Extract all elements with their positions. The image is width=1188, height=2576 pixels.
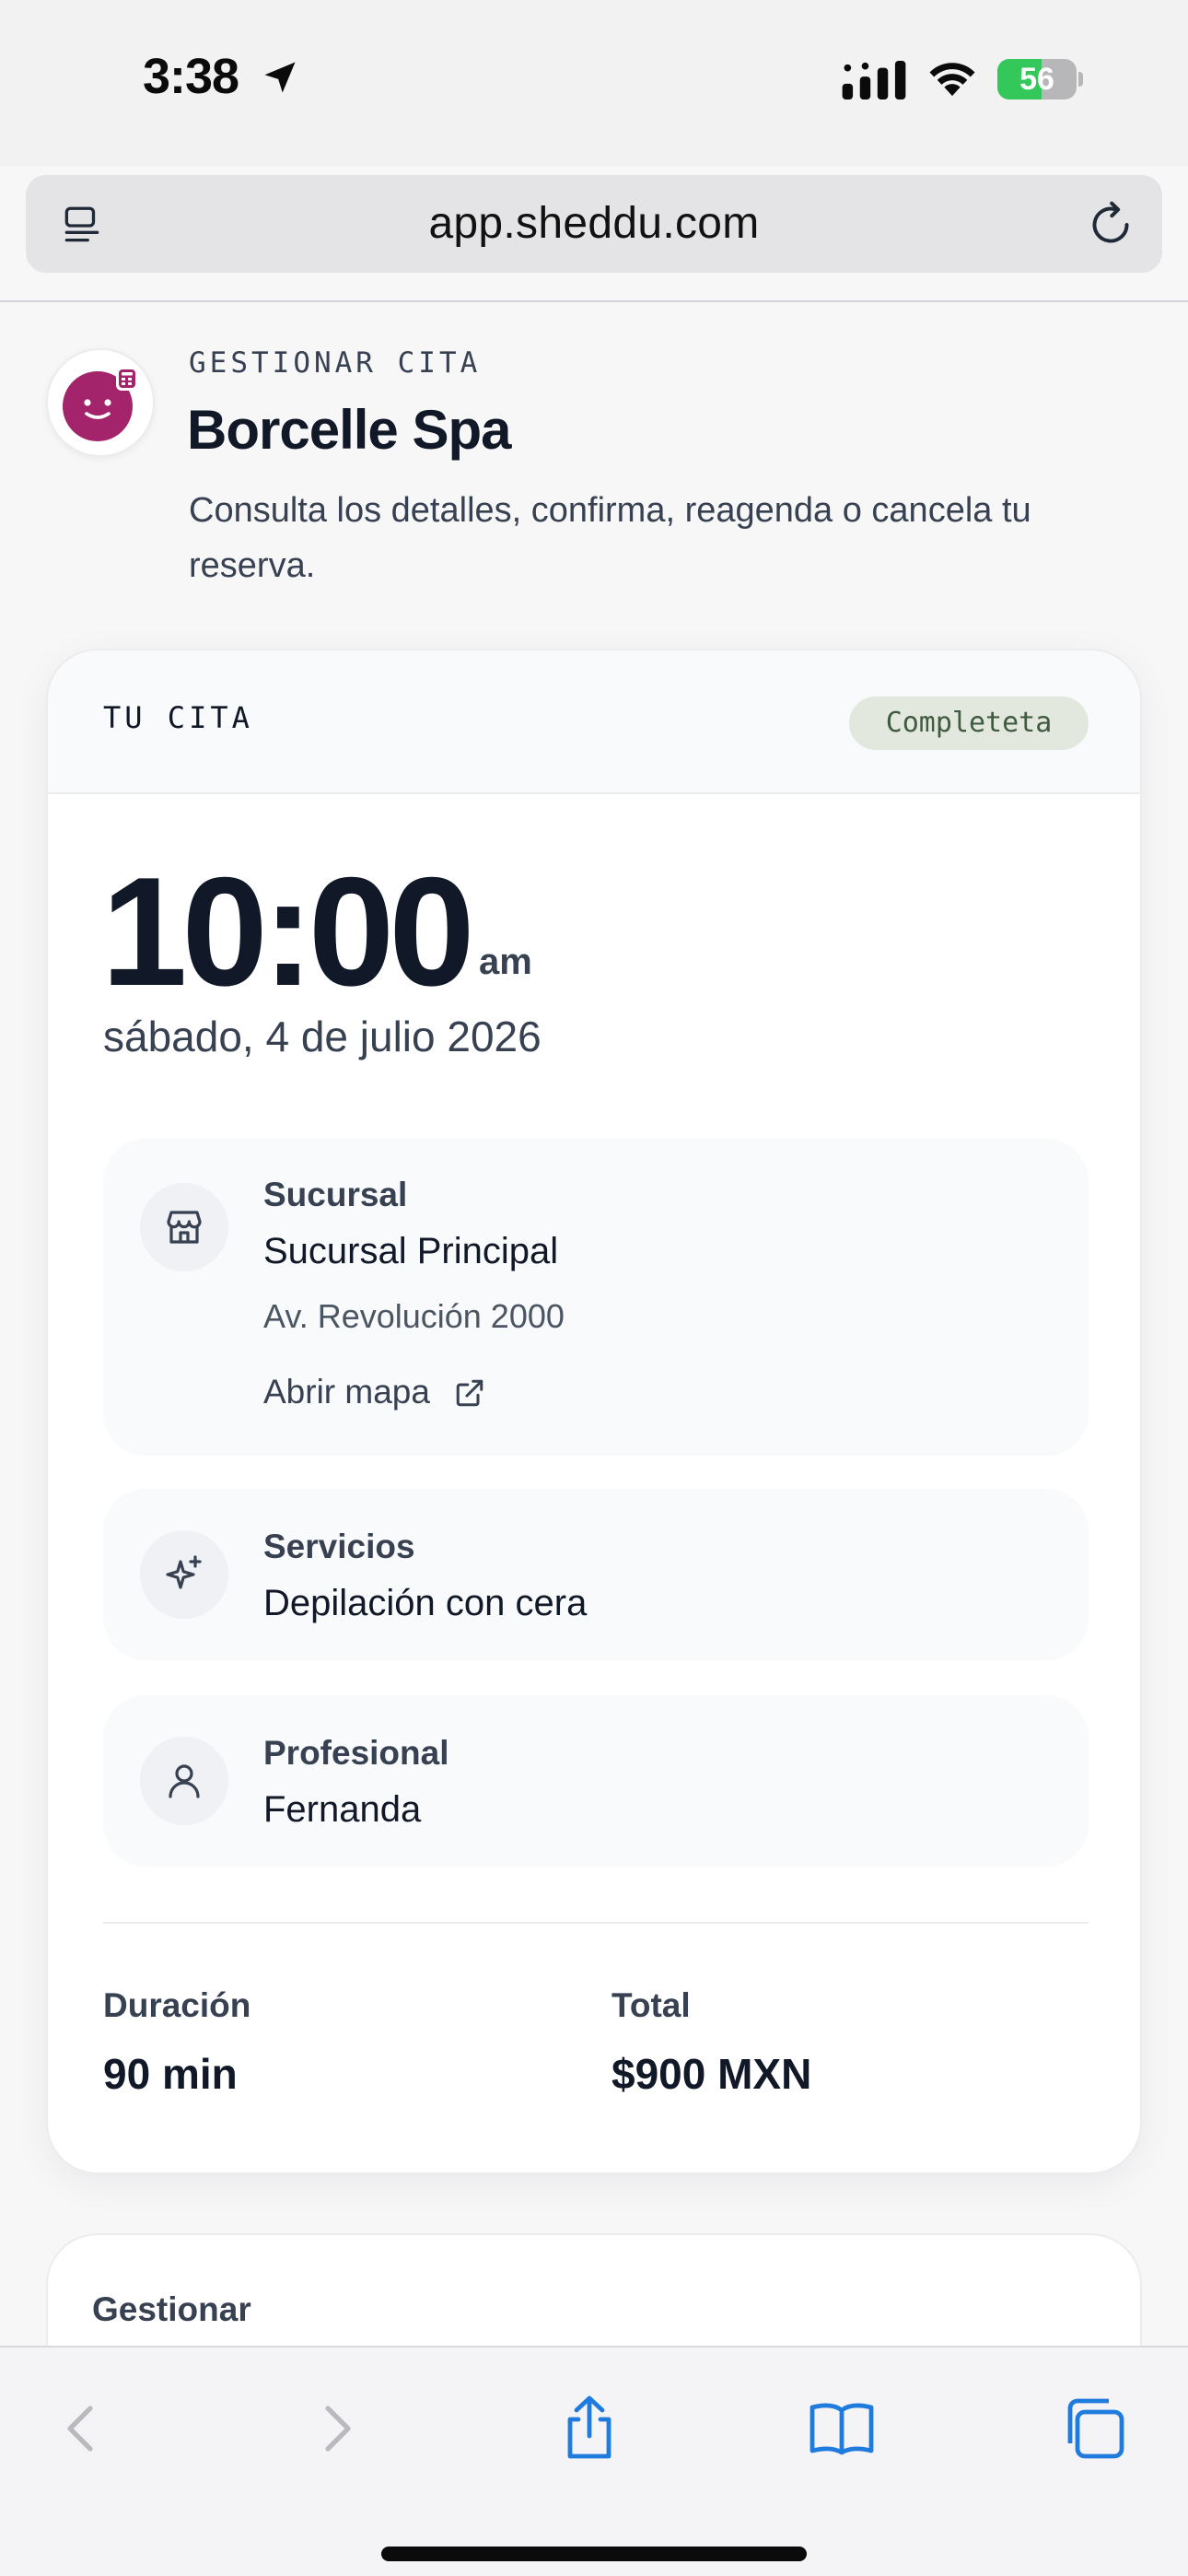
tabs-icon[interactable] [1057,2392,1131,2465]
bookmarks-button[interactable] [805,2392,879,2465]
services-label: Servicios [263,1528,415,1565]
appointment-card-header: TU CITA Completeta [48,650,1140,794]
branch-info-box: Sucursal Sucursal Principal Av. Revoluci… [103,1139,1089,1456]
person-icon [140,1737,228,1825]
branch-name: Sucursal Principal [263,1231,559,1271]
appointment-card: TU CITA Completeta 10:00 am sábado, 4 de… [46,649,1142,2174]
appointment-ampm: am [479,942,532,982]
chevron-left-icon[interactable] [44,2392,118,2465]
professional-info-box: Profesional Fernanda [103,1695,1089,1867]
external-link-icon[interactable] [453,1376,486,1410]
tabs-button[interactable] [1057,2392,1131,2465]
share-button[interactable] [553,2392,626,2465]
forward-button[interactable] [300,2392,374,2465]
share-icon[interactable] [553,2392,626,2465]
appointment-section-label: TU CITA [103,700,253,735]
storefront-icon [140,1183,228,1271]
duration-label: Duración [103,1986,251,2024]
appointment-date: sábado, 4 de julio 2026 [103,1013,542,1060]
location-arrow-icon [264,62,296,93]
reload-icon[interactable] [1085,199,1136,251]
battery-indicator: 56 [997,59,1083,100]
open-map-link[interactable]: Abrir mapa [263,1373,430,1411]
manage-title: Gestionar [92,2290,251,2328]
wifi-icon [929,63,975,97]
page-title: Borcelle Spa [187,399,511,461]
page-subtitle: Consulta los detalles, confirma, reagend… [189,491,1031,585]
smiley-logo-icon [63,367,138,441]
total-value: $900 MXN [611,2050,812,2098]
browser-divider [0,300,1188,302]
address-bar[interactable]: app.sheddu.com [26,175,1162,273]
appointment-time: 10:00 [101,845,475,1018]
status-time: 3:38 [143,49,239,104]
cellular-signal-icon [842,61,906,100]
duration-value: 90 min [103,2050,238,2098]
open-map-label[interactable]: Abrir mapa [263,1373,430,1411]
battery-level: 56 [1019,62,1054,97]
sparkles-icon [140,1530,228,1619]
browser-toolbar [0,2346,1188,2576]
home-indicator [381,2547,807,2561]
page-eyebrow: GESTIONAR CITA [189,346,482,380]
chevron-right-icon[interactable] [300,2392,374,2465]
business-logo [46,348,155,457]
professional-label: Profesional [263,1734,449,1772]
back-button[interactable] [44,2392,118,2465]
url-text[interactable]: app.sheddu.com [26,175,1162,273]
branch-label: Sucursal [263,1176,408,1213]
status-bar: 3:38 56 [0,0,1188,166]
professional-value: Fernanda [263,1789,422,1830]
book-icon[interactable] [805,2392,879,2465]
card-divider [103,1922,1089,1924]
branch-address: Av. Revolución 2000 [263,1297,565,1335]
services-info-box: Servicios Depilación con cera [103,1489,1089,1660]
status-badge: Completeta [849,697,1089,750]
total-label: Total [611,1986,691,2024]
services-value: Depilación con cera [263,1583,588,1623]
